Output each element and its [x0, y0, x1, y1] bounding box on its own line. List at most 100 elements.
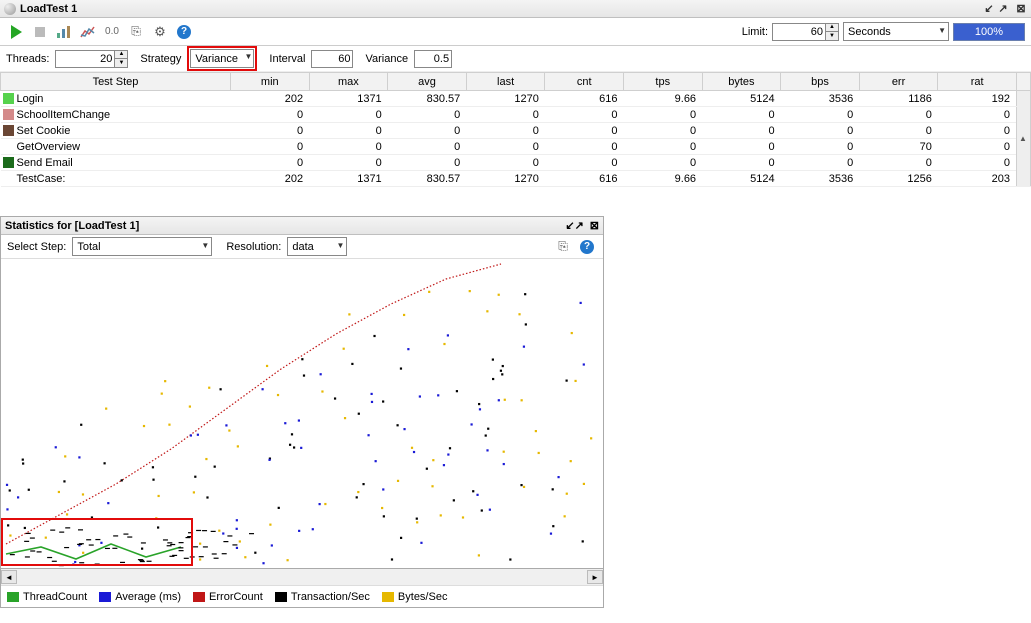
- chart-export-icon[interactable]: ⎘: [553, 237, 573, 257]
- col-bytes[interactable]: bytes: [702, 73, 781, 91]
- strategy-select[interactable]: Variance: [190, 49, 254, 68]
- legend-label: Average (ms): [115, 591, 181, 603]
- variance-input[interactable]: [414, 50, 452, 68]
- cell-min: 0: [231, 155, 310, 171]
- minimize-icon[interactable]: ↙: [983, 3, 995, 15]
- col-teststep[interactable]: Test Step: [1, 73, 231, 91]
- select-step-label: Select Step:: [7, 241, 66, 253]
- table-vscroll[interactable]: ▲: [1017, 91, 1031, 187]
- cell-avg: 0: [388, 107, 467, 123]
- col-last[interactable]: last: [466, 73, 545, 91]
- help-icon[interactable]: ?: [174, 22, 194, 42]
- export-icon[interactable]: ⎘: [126, 22, 146, 42]
- row-color-icon: [3, 157, 14, 168]
- variance-label: Variance: [365, 53, 408, 65]
- resolution-label: Resolution:: [226, 241, 281, 253]
- row-name-cell: Send Email: [1, 155, 231, 171]
- cell-last: 1270: [466, 91, 545, 107]
- cell-tps: 0: [623, 107, 702, 123]
- chart-help-icon[interactable]: ?: [577, 237, 597, 257]
- row-color-icon: [3, 125, 14, 136]
- cell-cnt: 0: [545, 155, 624, 171]
- chart-max-icon[interactable]: ↗: [575, 219, 584, 232]
- legend-item: Transaction/Sec: [275, 591, 370, 603]
- cell-bps: 0: [781, 123, 860, 139]
- limit-spinner-down[interactable]: ▼: [826, 32, 838, 40]
- col-avg[interactable]: avg: [388, 73, 467, 91]
- cell-bytes: 0: [702, 155, 781, 171]
- strategy-highlight: Variance: [187, 46, 257, 71]
- table-row[interactable]: TestCase:2021371830.5712706169.665124353…: [1, 171, 1031, 187]
- scroll-left-icon[interactable]: ◄: [1, 570, 17, 584]
- chart-toolbar: Select Step: Total Resolution: data ⎘ ?: [1, 235, 603, 259]
- scroll-right-icon[interactable]: ►: [587, 570, 603, 584]
- resolution-dropdown[interactable]: data: [287, 237, 347, 256]
- row-name-text: TestCase:: [17, 173, 66, 185]
- cell-max: 0: [309, 139, 388, 155]
- limit-input[interactable]: [772, 23, 826, 41]
- table-row[interactable]: Set Cookie0000000000: [1, 123, 1031, 139]
- cell-max: 1371: [309, 91, 388, 107]
- chart2-icon[interactable]: [78, 22, 98, 42]
- table-row[interactable]: GetOverview00000000700: [1, 139, 1031, 155]
- cell-err: 0: [859, 107, 938, 123]
- chart1-icon[interactable]: [54, 22, 74, 42]
- cell-rat: 0: [938, 139, 1017, 155]
- col-bps[interactable]: bps: [781, 73, 860, 91]
- maximize-icon[interactable]: ↗: [997, 3, 1009, 15]
- cell-rat: 0: [938, 107, 1017, 123]
- stop-button[interactable]: [30, 22, 50, 42]
- cell-max: 1371: [309, 171, 388, 187]
- col-cnt[interactable]: cnt: [545, 73, 624, 91]
- cell-bytes: 0: [702, 107, 781, 123]
- legend-label: ThreadCount: [23, 591, 87, 603]
- settings-icon[interactable]: ⚙: [150, 22, 170, 42]
- cell-last: 0: [466, 107, 545, 123]
- row-name-cell: Login: [1, 91, 231, 107]
- chart-close-icon[interactable]: ⊠: [590, 219, 599, 232]
- table-scrollbar-stub: [1017, 73, 1031, 91]
- row-name-text: Login: [17, 93, 44, 105]
- col-min[interactable]: min: [231, 73, 310, 91]
- close-icon[interactable]: ⊠: [1015, 3, 1027, 15]
- col-tps[interactable]: tps: [623, 73, 702, 91]
- zero-zero-button[interactable]: 0.0: [102, 22, 122, 42]
- cell-avg: 830.57: [388, 91, 467, 107]
- legend-swatch-icon: [99, 592, 111, 602]
- cell-err: 0: [859, 155, 938, 171]
- threads-spinner-up[interactable]: ▲: [115, 51, 127, 59]
- cell-bps: 3536: [781, 171, 860, 187]
- table-row[interactable]: Login2021371830.5712706169.6651243536118…: [1, 91, 1031, 107]
- legend-swatch-icon: [382, 592, 394, 602]
- legend-item: Bytes/Sec: [382, 591, 448, 603]
- cell-min: 0: [231, 123, 310, 139]
- row-name-text: Send Email: [17, 157, 73, 169]
- threads-input[interactable]: [55, 50, 115, 68]
- cell-min: 202: [231, 91, 310, 107]
- chart-canvas: [1, 259, 603, 569]
- col-rat[interactable]: rat: [938, 73, 1017, 91]
- col-max[interactable]: max: [309, 73, 388, 91]
- cell-min: 0: [231, 139, 310, 155]
- select-step-dropdown[interactable]: Total: [72, 237, 212, 256]
- cell-tps: 0: [623, 155, 702, 171]
- cell-rat: 0: [938, 123, 1017, 139]
- limit-unit-select[interactable]: Seconds: [843, 22, 949, 41]
- play-button[interactable]: [6, 22, 26, 42]
- table-row[interactable]: SchoolItemChange0000000000: [1, 107, 1031, 123]
- row-name-text: Set Cookie: [17, 125, 71, 137]
- interval-input[interactable]: [311, 50, 353, 68]
- window-app-icon: [4, 3, 16, 15]
- table-row[interactable]: Send Email0000000000: [1, 155, 1031, 171]
- row-color-icon: [3, 93, 14, 104]
- limit-spinner-up[interactable]: ▲: [826, 24, 838, 32]
- col-err[interactable]: err: [859, 73, 938, 91]
- chart-min-icon[interactable]: ↙: [565, 219, 574, 232]
- chart-hscroll[interactable]: ◄ ►: [1, 569, 603, 585]
- config-row: Threads: ▲ ▼ Strategy Variance Interval …: [0, 46, 1031, 72]
- threads-spinner-down[interactable]: ▼: [115, 59, 127, 67]
- strategy-label: Strategy: [140, 53, 181, 65]
- threads-label: Threads:: [6, 53, 49, 65]
- cell-avg: 0: [388, 139, 467, 155]
- cell-rat: 192: [938, 91, 1017, 107]
